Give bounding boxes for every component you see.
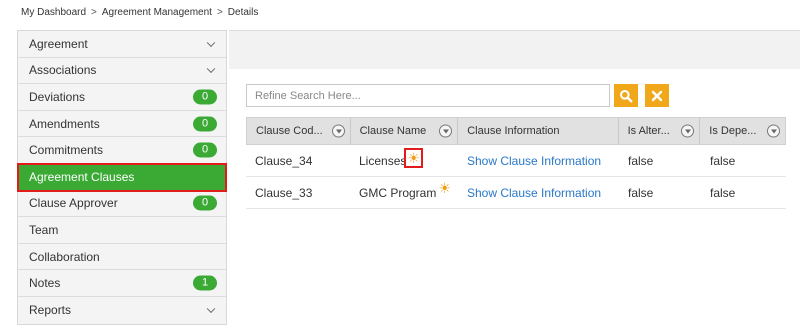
table-row[interactable]: Clause_33 GMC Program ☀ Show Clause Infor…: [246, 177, 786, 209]
clear-search-button[interactable]: [645, 84, 669, 107]
filter-icon[interactable]: [766, 124, 780, 138]
column-header-is-alternate[interactable]: Is Alter...: [619, 118, 701, 144]
sidebar-item-label: Agreement: [29, 36, 88, 51]
sidebar-item-reports[interactable]: Reports: [18, 296, 226, 324]
chevron-down-icon: [206, 64, 216, 74]
clause-name-text: GMC Program: [359, 185, 437, 200]
search-button[interactable]: [614, 84, 638, 107]
sidebar-item-agreement[interactable]: Agreement: [18, 31, 226, 58]
filter-icon[interactable]: [331, 124, 345, 138]
cell-clause-code: Clause_33: [255, 185, 313, 200]
breadcrumb: My Dashboard > Agreement Management > Detail…: [21, 7, 258, 18]
cell-is-dependent: false: [710, 185, 736, 200]
breadcrumb-agreement-management[interactable]: Agreement Management: [102, 7, 212, 18]
sidebar-item-label: Amendments: [29, 116, 100, 131]
clauses-table: Clause Cod... Clause Name Clause Informa…: [246, 117, 786, 209]
cell-clause-name: GMC Program ☀: [350, 177, 458, 208]
sidebar-item-label: Deviations: [29, 89, 86, 104]
close-icon: [651, 90, 663, 101]
count-badge: 1: [193, 275, 217, 291]
sidebar-item-label: Commitments: [29, 143, 104, 158]
sidebar-item-amendments[interactable]: Amendments 0: [18, 110, 226, 138]
column-header-clause-name[interactable]: Clause Name: [351, 118, 459, 144]
cell-is-alternate: false: [628, 185, 654, 200]
chevron-down-icon: [206, 38, 216, 47]
cell-clause-name: Licenses ☀: [350, 145, 458, 176]
cell-is-dependent: false: [710, 153, 736, 168]
breadcrumb-my-dashboard[interactable]: My Dashboard: [21, 7, 86, 18]
cell-clause-code: Clause_34: [255, 153, 313, 168]
sun-icon[interactable]: ☀: [404, 147, 423, 168]
breadcrumb-separator: >: [91, 7, 97, 18]
column-header-label: Is Depe...: [709, 125, 757, 137]
sidebar-item-notes[interactable]: Notes 1: [18, 270, 226, 297]
breadcrumb-separator: >: [216, 7, 223, 18]
sidebar-item-label: Agreement Clauses: [29, 169, 135, 184]
count-badge: 0: [193, 142, 217, 158]
column-header-label: Is Alter...: [627, 125, 670, 137]
cell-clause-information: Show Clause Information: [458, 145, 619, 176]
sidebar-item-label: Clause Approver: [29, 196, 118, 211]
sidebar-item-commitments[interactable]: Commitments 0: [18, 137, 226, 164]
search-icon: [620, 89, 633, 103]
column-header-is-dependent[interactable]: Is Depe...: [700, 118, 785, 144]
column-header-label: Clause Name: [359, 125, 427, 137]
sidebar-item-clause-approver[interactable]: Clause Approver 0: [18, 190, 226, 218]
count-badge: 0: [193, 89, 217, 105]
main-header-bar: [229, 31, 800, 69]
sidebar-item-label: Collaboration: [29, 249, 100, 264]
table-header: Clause Cod... Clause Name Clause Informa…: [246, 117, 786, 145]
main-panel: Clause Cod... Clause Name Clause Informa…: [229, 30, 800, 330]
clause-name-text: Licenses: [359, 153, 407, 168]
sidebar-item-label: Reports: [29, 303, 72, 318]
column-header-label: Clause Cod...: [256, 125, 323, 137]
sun-icon[interactable]: ☀: [438, 181, 451, 195]
count-badge: 0: [193, 195, 217, 211]
search-input[interactable]: [246, 84, 610, 107]
show-clause-information-link[interactable]: Show Clause Information: [467, 186, 601, 200]
count-badge: 0: [193, 116, 217, 132]
table-row[interactable]: Clause_34 Licenses ☀ Show Clause Informat…: [246, 145, 786, 177]
breadcrumb-details: Details: [227, 7, 259, 18]
sidebar-item-collaboration[interactable]: Collaboration: [18, 243, 226, 271]
sidebar: Agreement Associations Deviations 0 Amen…: [17, 30, 227, 325]
sidebar-item-label: Notes: [29, 276, 61, 291]
column-header-clause-code[interactable]: Clause Cod...: [247, 118, 351, 144]
show-clause-information-link[interactable]: Show Clause Information: [467, 154, 601, 168]
sidebar-item-deviations[interactable]: Deviations 0: [18, 84, 226, 111]
sidebar-item-agreement-clauses[interactable]: Agreement Clauses: [17, 162, 227, 192]
sidebar-item-associations[interactable]: Associations: [18, 57, 226, 85]
filter-icon[interactable]: [681, 124, 695, 138]
sidebar-item-label: Team: [29, 222, 59, 237]
cell-clause-information: Show Clause Information: [458, 177, 619, 208]
column-header-label: Clause Information: [467, 125, 560, 137]
sidebar-item-label: Associations: [29, 63, 97, 78]
filter-icon[interactable]: [439, 124, 453, 138]
cell-is-alternate: false: [628, 153, 654, 168]
chevron-down-icon: [206, 304, 216, 314]
column-header-clause-information[interactable]: Clause Information: [458, 118, 619, 144]
sidebar-item-team[interactable]: Team: [18, 217, 226, 244]
